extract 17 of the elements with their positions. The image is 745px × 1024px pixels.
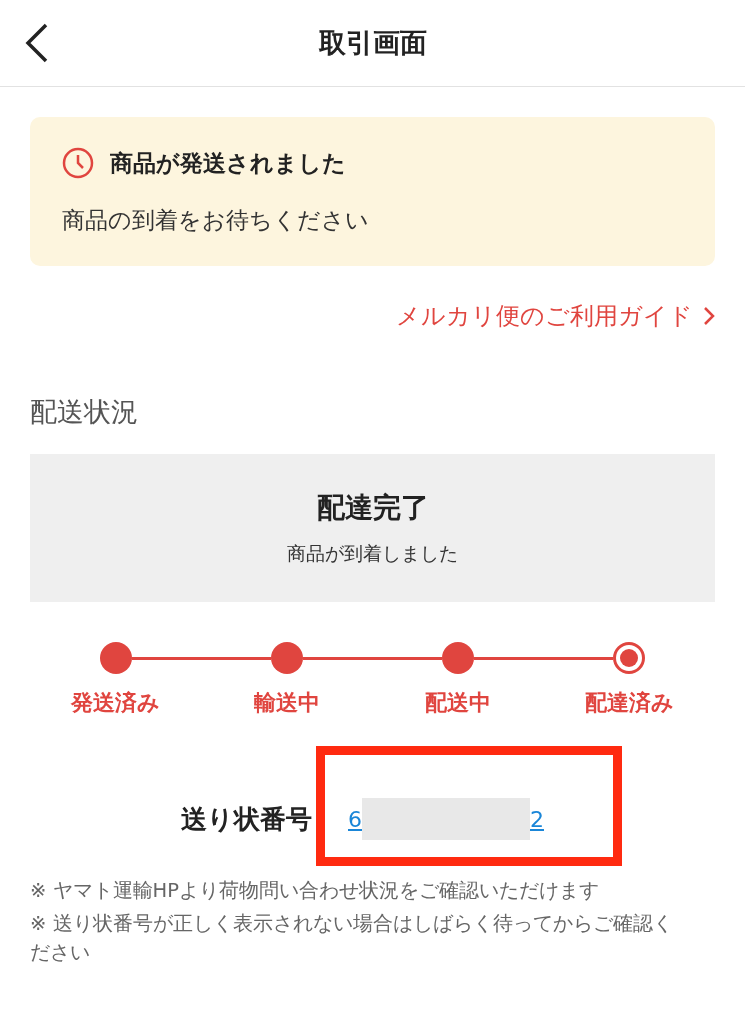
clock-icon xyxy=(62,147,94,179)
notice-message: 商品の到着をお待ちください xyxy=(62,206,370,235)
status-title: 配達完了 xyxy=(316,490,429,526)
screen-title: 取引画面 xyxy=(318,26,427,60)
tracking-label: 送り状番号 xyxy=(181,802,312,836)
section-heading: 配送状況 xyxy=(30,395,139,429)
step-label: 配達済み xyxy=(584,689,674,717)
guide-link[interactable]: メルカリ便のご利用ガイド xyxy=(396,300,715,332)
tracking-number-link[interactable]: 6 2 xyxy=(348,798,544,840)
step-label: 発送済み xyxy=(71,689,161,717)
status-message: 商品が到着しました xyxy=(287,541,458,566)
note-text: ※ ヤマト運輸HPより荷物問い合わせ状況をご確認いただけます xyxy=(30,878,600,904)
note-text: ※ 送り状番号が正しく表示されない場合はしばらく待ってからご確認ください xyxy=(30,911,674,966)
step-label: 配送中 xyxy=(425,689,492,717)
notice-title: 商品が発送されました xyxy=(110,148,346,178)
step-label: 輸送中 xyxy=(253,689,320,717)
chevron-icon xyxy=(703,306,715,326)
